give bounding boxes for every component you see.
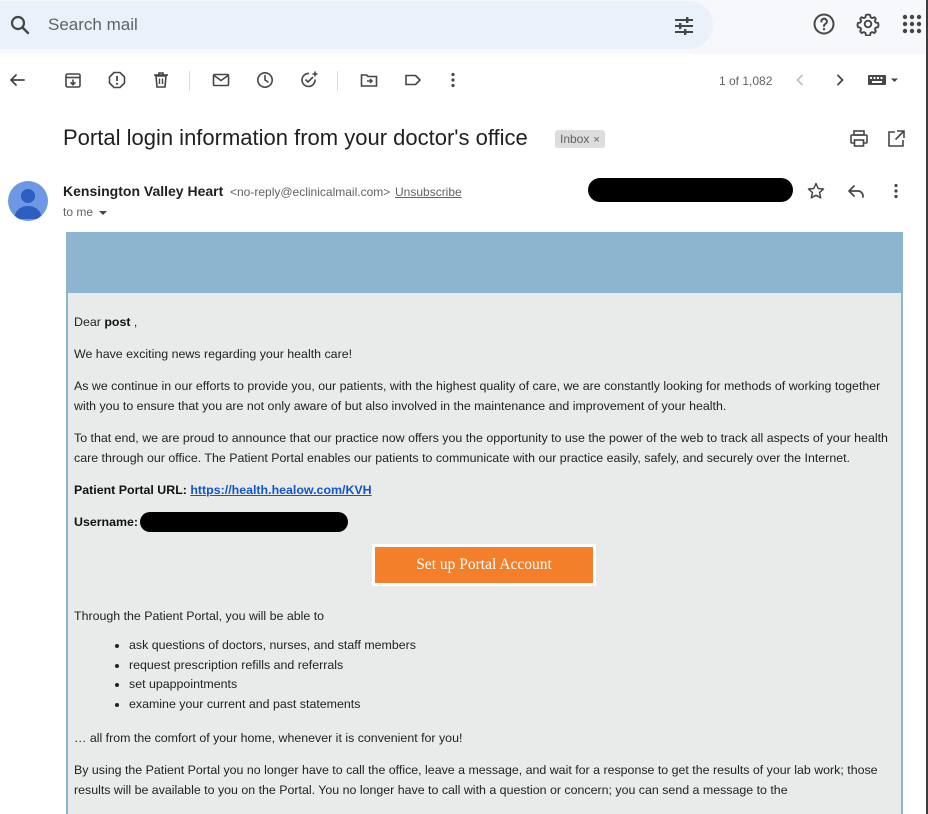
mark-unread-icon[interactable] (211, 70, 231, 90)
message-toolbar: 1 of 1,082 (0, 58, 928, 104)
add-task-icon[interactable] (299, 70, 319, 90)
unsubscribe-link[interactable]: Unsubscribe (395, 185, 462, 199)
sender-name[interactable]: Kensington Valley Heart (63, 183, 223, 199)
redacted-date (588, 178, 793, 202)
list-item: examine your current and past statements (129, 695, 894, 715)
search-input[interactable] (48, 11, 608, 39)
search-bar (0, 1, 713, 49)
list-item: set upappointments (129, 675, 894, 695)
open-new-window-icon[interactable] (885, 128, 907, 150)
inbox-label-text: Inbox (560, 132, 590, 146)
paragraph: We have exciting news regarding your hea… (74, 347, 353, 361)
tune-icon[interactable] (672, 14, 696, 38)
list-item: request prescription refills and referra… (129, 656, 894, 676)
cta-wrapper: Set up Portal Account (74, 544, 894, 586)
setup-portal-button-label: Set up Portal Account (375, 547, 593, 583)
snooze-icon[interactable] (255, 70, 275, 90)
help-icon[interactable] (812, 12, 836, 36)
more-vert-icon[interactable] (443, 70, 463, 90)
list-item: ask questions of doctors, nurses, and st… (129, 636, 894, 656)
email-header-banner (66, 232, 903, 293)
remove-label-icon[interactable]: × (593, 134, 599, 146)
toolbar-divider (337, 71, 338, 91)
keyboard-icon[interactable] (866, 70, 902, 90)
star-icon[interactable] (806, 181, 826, 201)
recipient-dropdown[interactable]: to me (63, 205, 108, 219)
email-body-content: Dear post , We have exciting news regard… (74, 312, 894, 812)
report-spam-icon[interactable] (107, 70, 127, 90)
prev-icon[interactable] (790, 70, 810, 90)
portal-url-line: Patient Portal URL: https://health.healo… (74, 480, 894, 500)
portal-url-label: Patient Portal URL: (74, 483, 191, 497)
sender-email: <no-reply@eclinicalmail.com> (230, 185, 391, 199)
settings-icon[interactable] (856, 12, 880, 36)
greeting-name: post (104, 315, 131, 329)
reply-icon[interactable] (846, 181, 866, 201)
redacted-username (140, 512, 348, 532)
email-subject: Portal login information from your docto… (63, 125, 528, 150)
toolbar-divider (189, 71, 190, 91)
avatar-person-icon (14, 189, 42, 219)
paragraph: To that end, we are proud to announce th… (74, 431, 888, 465)
setup-portal-button[interactable]: Set up Portal Account (372, 544, 596, 586)
portal-url-link[interactable]: https://health.healow.com/KVH (190, 483, 371, 497)
back-arrow-icon[interactable] (7, 70, 27, 90)
print-icon[interactable] (848, 128, 870, 150)
paragraph: … all from the comfort of your home, whe… (74, 731, 463, 745)
list-intro: Through the Patient Portal, you will be … (74, 609, 325, 623)
top-bar (0, 0, 928, 54)
move-to-icon[interactable] (359, 70, 379, 90)
paragraph: As we continue in our efforts to provide… (74, 379, 881, 413)
username-line: Username: (74, 512, 894, 532)
paragraph: By using the Patient Portal you no longe… (74, 763, 878, 797)
next-icon[interactable] (830, 70, 850, 90)
features-list: ask questions of doctors, nurses, and st… (129, 636, 894, 714)
delete-icon[interactable] (151, 70, 171, 90)
label-icon[interactable] (403, 70, 423, 90)
chevron-down-icon (99, 210, 108, 215)
recipient-text: to me (63, 205, 94, 219)
more-vert-icon[interactable] (886, 181, 906, 201)
greeting: Dear post , (74, 315, 138, 329)
username-label: Username: (74, 515, 139, 529)
sender-avatar[interactable] (8, 181, 48, 221)
inbox-label-chip[interactable]: Inbox × (555, 130, 605, 148)
search-icon[interactable] (8, 13, 32, 37)
archive-icon[interactable] (63, 70, 83, 90)
apps-icon[interactable] (900, 12, 924, 36)
pagination-count: 1 of 1,082 (719, 74, 773, 88)
